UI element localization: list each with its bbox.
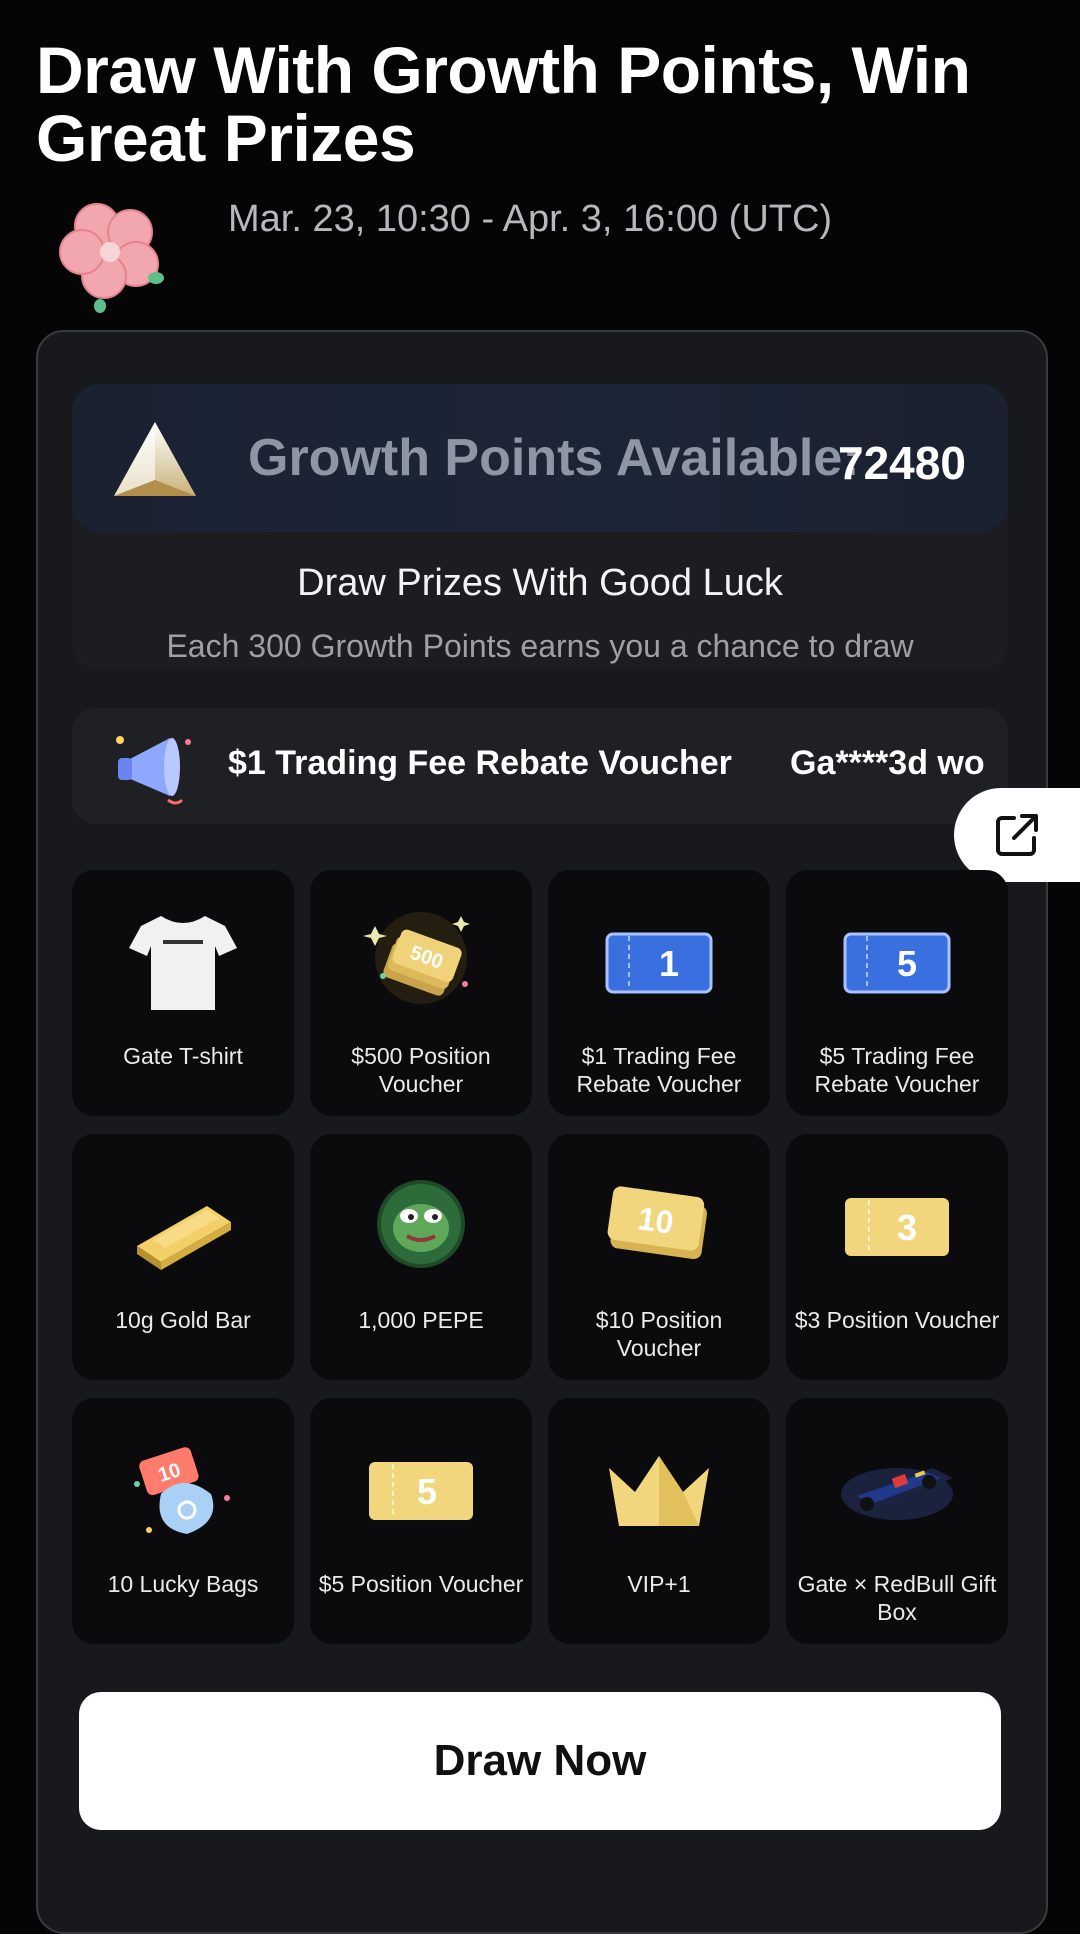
prize-label: Gate × RedBull Gift Box xyxy=(797,1571,997,1625)
voucher-badge: 10 xyxy=(635,1200,675,1241)
prize-grid: Gate T-shirt 500 $500 Position Voucher 1… xyxy=(72,870,1008,1644)
prize-card[interactable]: 10g Gold Bar xyxy=(72,1134,294,1380)
prize-label: $5 Trading Fee Rebate Voucher xyxy=(814,1043,980,1097)
gold-position-voucher-icon: 10 xyxy=(607,1186,707,1260)
prize-label: 10 Lucky Bags xyxy=(107,1571,259,1597)
prize-label: $1 Trading Fee Rebate Voucher xyxy=(576,1043,742,1097)
prize-card[interactable]: 500 $500 Position Voucher xyxy=(310,870,532,1116)
lucky-bags-icon: 10 xyxy=(134,1447,230,1534)
prize-label: $3 Position Voucher xyxy=(794,1307,1000,1333)
megaphone-icon xyxy=(116,736,191,805)
prize-card[interactable]: 3 $3 Position Voucher xyxy=(786,1134,1008,1380)
prize-card[interactable]: 5 $5 Position Voucher xyxy=(310,1398,532,1644)
position-voucher-stack-icon: 500 xyxy=(363,912,470,1004)
share-button[interactable] xyxy=(954,788,1080,882)
gold-bar-icon xyxy=(137,1206,231,1270)
prize-label: $10 Position Voucher xyxy=(595,1307,723,1361)
prize-card[interactable]: 10 $10 Position Voucher xyxy=(548,1134,770,1380)
prize-label: VIP+1 xyxy=(627,1571,691,1597)
draw-now-button[interactable]: Draw Now xyxy=(79,1692,1001,1830)
growth-points-value: 72480 xyxy=(838,437,966,489)
marquee-item: Ga****3d wo xyxy=(790,744,985,782)
page-title: Draw With Growth Points, Win Great Prize… xyxy=(36,33,971,175)
prize-label: 10g Gold Bar xyxy=(115,1307,251,1333)
prize-card[interactable]: 1 $1 Trading Fee Rebate Voucher xyxy=(548,870,770,1116)
winners-marquee: $1 Trading Fee Rebate Voucher Ga****3d w… xyxy=(72,708,1008,824)
pepe-coin-icon xyxy=(377,1180,465,1268)
prize-card[interactable]: 1,000 PEPE xyxy=(310,1134,532,1380)
voucher-badge: 1 xyxy=(659,943,679,984)
prize-label: 1,000 PEPE xyxy=(358,1307,484,1333)
prize-card[interactable]: Gate T-shirt xyxy=(72,870,294,1116)
share-icon xyxy=(996,814,1038,856)
growth-triangle-icon xyxy=(114,422,196,496)
tshirt-icon xyxy=(129,916,237,1010)
gold-position-voucher-icon: 3 xyxy=(845,1198,949,1256)
draw-heading: Draw Prizes With Good Luck xyxy=(297,562,783,604)
prize-card[interactable]: 5 $5 Trading Fee Rebate Voucher xyxy=(786,870,1008,1116)
prize-label: Gate T-shirt xyxy=(123,1043,243,1069)
blue-rebate-voucher-icon: 1 xyxy=(605,932,713,994)
redbull-car-gift-icon xyxy=(841,1468,953,1520)
voucher-badge: 5 xyxy=(897,943,917,984)
event-date-range: Mar. 23, 10:30 - Apr. 3, 16:00 (UTC) xyxy=(228,198,833,240)
gold-position-voucher-icon: 5 xyxy=(369,1462,473,1520)
prize-card[interactable]: 10 10 Lucky Bags xyxy=(72,1398,294,1644)
prize-card[interactable]: Gate × RedBull Gift Box xyxy=(786,1398,1008,1644)
flower-sticker-icon xyxy=(59,203,164,313)
growth-points-label: Growth Points Available: xyxy=(248,429,860,487)
marquee-item: $1 Trading Fee Rebate Voucher xyxy=(228,744,732,782)
prize-label: $5 Position Voucher xyxy=(318,1571,524,1597)
prize-card[interactable]: VIP+1 xyxy=(548,1398,770,1644)
voucher-badge: 5 xyxy=(417,1471,437,1512)
blue-rebate-voucher-icon: 5 xyxy=(843,932,951,994)
crown-icon xyxy=(609,1456,709,1526)
voucher-badge: 3 xyxy=(897,1207,917,1248)
draw-description: Each 300 Growth Points earns you a chanc… xyxy=(166,628,914,664)
prize-label: $500 Position Voucher xyxy=(351,1043,491,1097)
